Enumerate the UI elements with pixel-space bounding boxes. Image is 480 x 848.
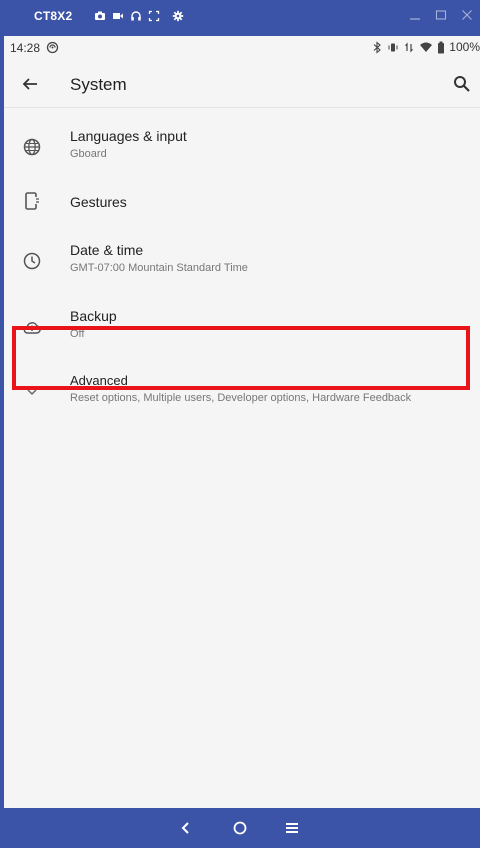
setting-title: Languages & input [70,128,187,144]
emulator-frame: CT8X2 14:28 100% System Languages & inpu… [0,0,480,848]
page-title: System [70,75,127,94]
fullscreen-icon[interactable] [148,10,160,22]
maximize-icon[interactable] [434,8,448,22]
vibrate-icon [388,43,398,51]
nav-back-icon[interactable] [176,818,196,838]
emulator-toolbar [94,10,184,22]
nav-menu-icon[interactable] [282,818,302,838]
settings-icon[interactable] [172,10,184,22]
nav-home-icon[interactable] [230,818,250,838]
wifi-icon [420,42,433,52]
status-bar: 14:28 100% [4,36,480,60]
setting-title: Date & time [70,242,144,258]
bluetooth-icon [373,40,382,54]
gestures-icon [25,192,39,210]
arrow-back-icon[interactable] [18,72,42,96]
status-icons: 100% [371,40,480,54]
phone-screen: 14:28 100% System Languages & input Gboa… [4,36,480,808]
highlight-box [12,326,470,390]
search-icon[interactable] [450,72,474,96]
camera-icon[interactable] [94,10,106,22]
setting-title: Backup [70,308,117,324]
setting-subtitle: Reset options, Multiple users, Developer… [70,392,412,404]
navigation-bar [0,808,480,848]
minimize-icon[interactable] [408,8,422,22]
window-controls [408,8,474,22]
battery-icon [438,41,445,53]
setting-title: Gestures [70,194,127,210]
clock-icon [23,252,41,270]
setting-subtitle: Gboard [70,148,107,160]
device-name: CT8X2 [34,9,73,23]
battery-percentage: 100% [449,40,480,54]
setting-item-languages[interactable]: Languages & input Gboard [4,118,480,174]
close-icon[interactable] [460,8,474,22]
status-time: 14:28 [10,41,41,55]
headphones-icon[interactable] [130,10,142,22]
setting-subtitle: GMT-07:00 Mountain Standard Time [70,262,248,274]
setting-item-date-time[interactable]: Date & time GMT-07:00 Mountain Standard … [4,232,480,288]
data-arrows-icon [405,41,414,53]
video-icon[interactable] [112,10,124,22]
globe-icon [23,138,41,156]
app-bar: System [4,60,480,108]
emulator-titlebar: CT8X2 [0,0,480,36]
setting-item-gestures[interactable]: Gestures [4,176,480,228]
sync-icon [46,41,59,54]
